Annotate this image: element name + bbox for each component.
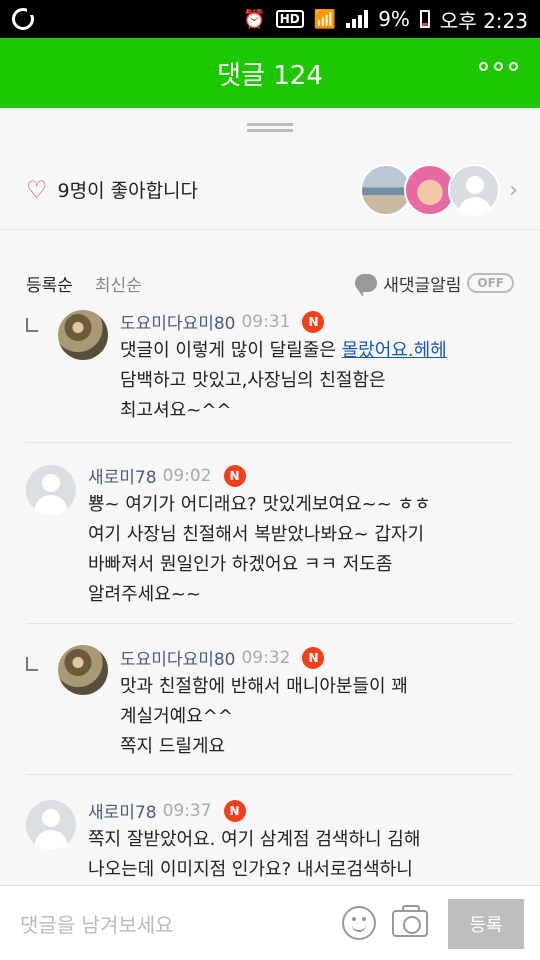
comment-input[interactable]: 댓글을 남겨보세요: [20, 909, 174, 938]
signal-icon: [346, 10, 369, 28]
new-badge: N: [223, 799, 246, 822]
hd-icon: HD: [275, 10, 304, 28]
tab-latest[interactable]: 최신순: [95, 271, 142, 296]
comment-link[interactable]: 몰랐어요.헤헤: [342, 340, 447, 361]
comment-author[interactable]: 새로미78: [88, 798, 157, 823]
likes-count-text: 9명이 좋아합니다: [57, 180, 199, 202]
comment-time: 09:02: [162, 465, 212, 486]
comment-author[interactable]: 도요미다요미80: [120, 310, 235, 334]
likes-row[interactable]: ♡ 9명이 좋아합니다 ›: [0, 150, 540, 230]
comment-author[interactable]: 새로미78: [88, 463, 157, 488]
comment-text: 쪽지 잘받았어요. 여기 삼계점 검색하니 김해 나오는데 이미지점 인가요? …: [88, 829, 421, 880]
camera-icon[interactable]: [392, 905, 428, 937]
reply-indicator-icon: [26, 318, 38, 332]
tab-registered-order[interactable]: 등록순: [26, 271, 73, 296]
new-comment-notify[interactable]: 새댓글알림 OFF: [355, 271, 514, 297]
more-options-icon[interactable]: [479, 62, 518, 71]
comment-list[interactable]: 도요미다요미80 09:31 N 댓글이 이렇게 많이 달릴줄은 몰랐어요.헤헤…: [0, 310, 540, 885]
avatar[interactable]: [58, 310, 108, 360]
comment-text-part: 담백하고 맛있고,사장님의 친절함은 최고셔요~^^: [120, 370, 386, 421]
comment-text-part: 댓글이 이렇게 많이 달릴줄은: [120, 340, 342, 361]
drag-handle-icon[interactable]: [247, 123, 293, 132]
avatar: [448, 164, 500, 216]
reply-indicator-icon: [26, 657, 38, 671]
notify-label: 새댓글알림: [383, 275, 462, 296]
comment-time: 09:32: [241, 647, 291, 668]
comment-meta: 새로미78 09:37 N: [88, 798, 246, 823]
comment-text: 뿅~ 여기가 어디래요? 맛있게보여요~~ ㅎㅎ 여기 사장님 친절해서 복받았…: [88, 494, 431, 605]
new-badge: N: [302, 646, 325, 669]
alarm-clock-icon: ⏰: [243, 8, 266, 30]
app-header: 댓글 124: [0, 38, 540, 108]
new-badge: N: [302, 310, 325, 333]
comment-bell-icon: [355, 274, 378, 297]
submit-button[interactable]: 등록: [448, 899, 524, 949]
liker-avatars[interactable]: [360, 164, 500, 216]
status-icons: ⏰ HD 📶 9% 오후 2:23: [243, 5, 528, 34]
new-badge: N: [223, 464, 246, 487]
wifi-icon: 📶: [313, 8, 337, 30]
clock: 오후 2:23: [439, 8, 528, 33]
avatar[interactable]: [26, 465, 76, 515]
divider: [26, 442, 514, 443]
comment-author[interactable]: 도요미다요미80: [120, 645, 235, 670]
comment-time: 09:37: [162, 800, 212, 821]
divider: [26, 774, 514, 775]
emoticon-icon[interactable]: [342, 906, 376, 940]
comment-time: 09:31: [241, 311, 291, 332]
heart-icon[interactable]: ♡: [26, 176, 48, 204]
battery-icon: [419, 10, 430, 28]
avatar[interactable]: [26, 800, 76, 850]
comment-input-bar: 댓글을 남겨보세요 등록: [0, 885, 540, 960]
carrier-logo-icon: [12, 7, 35, 30]
avatar[interactable]: [58, 645, 108, 695]
divider: [26, 623, 514, 624]
sort-bar: 등록순 최신순 새댓글알림 OFF: [0, 258, 540, 308]
page-title: 댓글 124: [217, 60, 323, 91]
chevron-right-icon[interactable]: ›: [509, 178, 518, 203]
comment-text: 맛과 친절함에 반해서 매니아분들이 꽤 계실거예요^^ 쪽지 드릴게요: [120, 676, 408, 757]
comment-meta: 도요미다요미80 09:32 N: [120, 645, 325, 670]
status-bar: ⏰ HD 📶 9% 오후 2:23: [0, 0, 540, 38]
comment-text: 댓글이 이렇게 많이 달릴줄은 몰랐어요.헤헤 담백하고 맛있고,사장님의 친절…: [120, 336, 447, 426]
comment-meta: 새로미78 09:02 N: [88, 463, 246, 488]
comment-meta: 도요미다요미80 09:31 N: [120, 310, 325, 334]
notify-toggle[interactable]: OFF: [467, 273, 514, 293]
battery-percent: 9%: [378, 7, 410, 31]
